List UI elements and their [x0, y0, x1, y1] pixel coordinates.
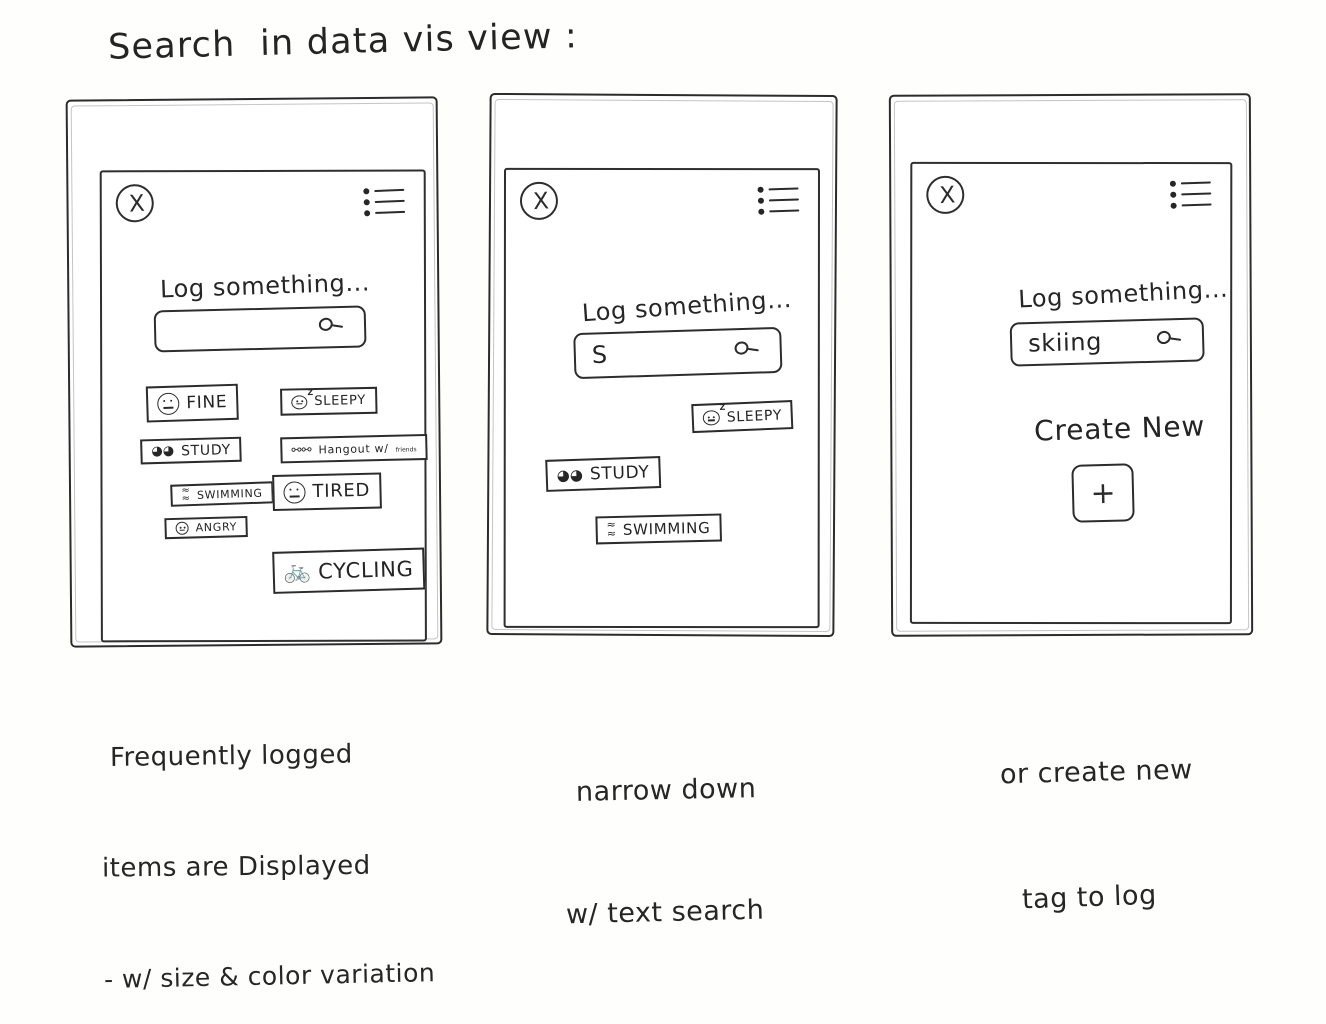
magnifier-icon	[1155, 326, 1183, 354]
glasses-icon: ◕◕	[556, 465, 584, 485]
search-input-value: skiing	[1027, 327, 1103, 358]
sketch-canvas: Search in data vis view : X Log somethin…	[0, 0, 1326, 1024]
page-title: Search in data vis view :	[107, 16, 579, 68]
sleepy-face-icon: Z	[702, 403, 726, 426]
close-button[interactable]: X	[925, 174, 966, 215]
create-new-label: Create New	[1033, 409, 1206, 448]
close-icon: X	[532, 188, 550, 216]
bicycle-icon: 🚲	[283, 558, 312, 585]
create-new-button[interactable]: +	[1071, 463, 1135, 523]
tag-chip[interactable]: ◕◕ STUDY	[140, 436, 243, 465]
waves-icon: ≈ ≈	[606, 518, 617, 541]
close-icon: X	[128, 190, 146, 218]
tag-chip[interactable]: Z SLEEPY	[280, 386, 378, 416]
bulleted-list-icon[interactable]	[757, 184, 800, 217]
waves-icon: ≈ ≈	[181, 485, 191, 505]
tag-chip[interactable]: 🚲 CYCLING	[272, 547, 426, 594]
phone-frame-2: X Log something... S Z SLEEPY ◕◕ STUDY ≈…	[486, 92, 838, 638]
bulleted-list-icon[interactable]	[363, 186, 406, 220]
search-input[interactable]: skiing	[1009, 317, 1205, 367]
neutral-face-icon	[156, 392, 180, 416]
tag-chip[interactable]: TIRED	[272, 472, 382, 512]
log-something-label: Log something...	[159, 268, 371, 304]
magnifier-icon	[317, 313, 345, 341]
glasses-icon: ◕◕	[151, 443, 175, 460]
caption-panel-2: narrow down w/ text search	[565, 773, 765, 930]
phone-screen-3: X Log something... skiing Create New +	[909, 161, 1233, 625]
tag-chip[interactable]: ◕◕ STUDY	[545, 456, 662, 492]
tired-face-icon	[283, 481, 306, 504]
close-button[interactable]: X	[114, 183, 155, 224]
caption-panel-1: Frequently logged items are Displayed - …	[101, 739, 436, 995]
tag-chip[interactable]: ANGRY	[164, 515, 249, 540]
phone-screen-2: X Log something... S Z SLEEPY ◕◕ STUDY ≈…	[503, 167, 820, 629]
tag-chip[interactable]: ≈ ≈ SWIMMING	[595, 513, 722, 545]
tag-chip[interactable]: FINE	[145, 383, 239, 423]
search-input-value: S	[591, 340, 609, 370]
tag-chip[interactable]: ⚯⚯ Hangout w/ friends	[280, 433, 428, 464]
close-button[interactable]: X	[519, 180, 559, 221]
search-input[interactable]: S	[573, 326, 783, 380]
phone-screen-1: X Log something... FINE Z SLEEPY ◕◕ STUD…	[99, 169, 428, 643]
bulleted-list-icon[interactable]	[1169, 178, 1213, 211]
sleepy-face-icon: Z	[291, 388, 313, 409]
two-people-icon: ⚯⚯	[291, 442, 312, 458]
close-icon: X	[938, 182, 956, 210]
phone-frame-1: X Log something... FINE Z SLEEPY ◕◕ STUD…	[65, 96, 443, 648]
tag-chip[interactable]: Z SLEEPY	[691, 400, 794, 434]
plus-icon: +	[1090, 475, 1117, 512]
angry-face-icon	[175, 521, 189, 535]
phone-frame-3: X Log something... skiing Create New +	[888, 93, 1254, 637]
log-something-label: Log something...	[1017, 274, 1229, 314]
search-input[interactable]	[153, 305, 367, 353]
log-something-label: Log something...	[581, 284, 793, 328]
caption-panel-3: or create new tag to log	[999, 754, 1194, 916]
tag-chip[interactable]: ≈ ≈ SWIMMING	[170, 481, 274, 507]
magnifier-icon	[732, 337, 761, 365]
